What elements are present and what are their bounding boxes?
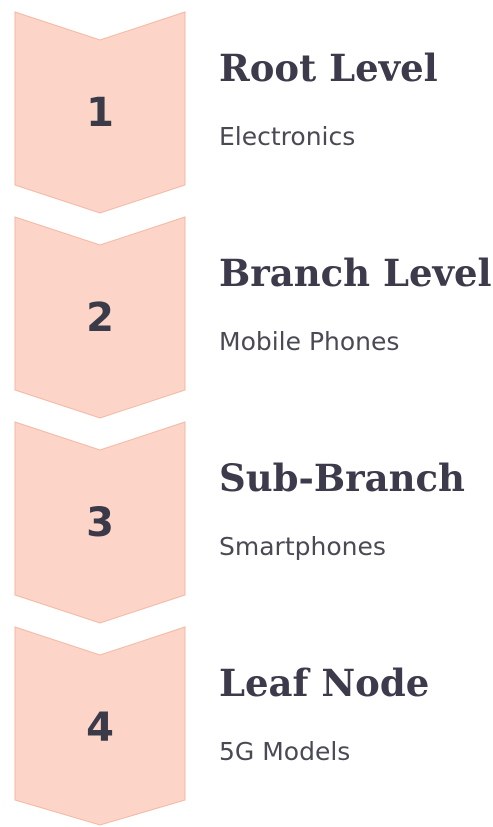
step-2-subtitle: Mobile Phones (219, 327, 399, 356)
step-3-number: 3 (86, 500, 114, 546)
step-2: 2 Branch Level Mobile Phones (14, 216, 492, 419)
step-4-subtitle: 5G Models (219, 737, 350, 766)
step-4: 4 Leaf Node 5G Models (14, 626, 429, 826)
step-2-title: Branch Level (219, 251, 492, 295)
step-3-subtitle: Smartphones (219, 532, 386, 561)
step-3: 3 Sub-Branch Smartphones (14, 421, 465, 624)
step-4-title: Leaf Node (219, 661, 429, 705)
step-3-title: Sub-Branch (219, 456, 465, 500)
step-4-number: 4 (86, 705, 114, 751)
hierarchy-diagram: 1 Root Level Electronics 2 Branch Level … (14, 11, 492, 826)
step-1-title: Root Level (219, 46, 438, 90)
step-1: 1 Root Level Electronics (14, 11, 438, 214)
step-1-subtitle: Electronics (219, 122, 355, 151)
step-1-number: 1 (86, 90, 114, 136)
step-2-number: 2 (86, 295, 114, 341)
